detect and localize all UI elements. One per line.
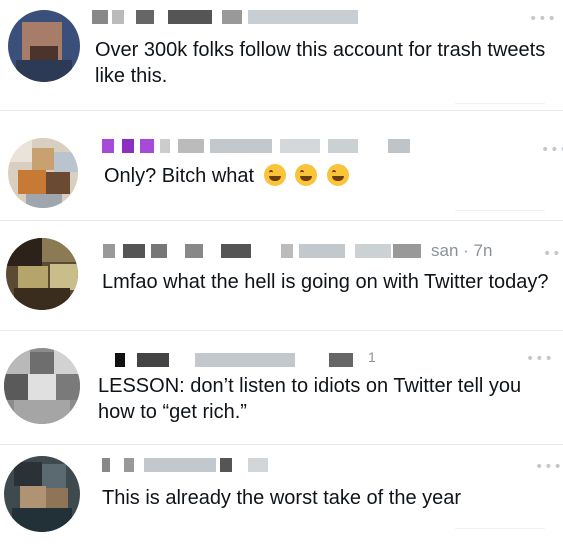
avatar[interactable] [8, 10, 80, 82]
tweet[interactable]: ••• This is already the worst take of th… [0, 444, 563, 558]
user-meta-redacted[interactable] [115, 353, 385, 369]
tweet[interactable]: san · 7n •• Lmfao what the hell is going… [0, 220, 563, 330]
timestamp[interactable]: 1 [368, 349, 376, 365]
rolling-on-floor-laughing-icon [295, 164, 318, 186]
tweet-text: Lmfao what the hell is going on with Twi… [102, 271, 549, 293]
user-meta-redacted[interactable] [103, 244, 483, 260]
user-meta-redacted[interactable] [92, 10, 372, 26]
rolling-on-floor-laughing-icon [326, 164, 349, 186]
more-horizontal-icon[interactable]: ••• [529, 12, 557, 26]
reply-box-divider [455, 528, 545, 529]
more-horizontal-icon[interactable]: ••• [535, 460, 563, 474]
rolling-on-floor-laughing-icon [263, 164, 286, 186]
timestamp[interactable]: san · 7n [431, 241, 492, 261]
avatar[interactable] [6, 238, 78, 310]
tweet-text-row: Only? Bitch what [104, 163, 504, 189]
tweet[interactable]: ••• Only? Bitch what [0, 110, 563, 220]
tweet-text: Over 300k folks follow this account for … [95, 39, 546, 87]
avatar[interactable] [4, 348, 80, 424]
tweet-text: Only? Bitch what [104, 165, 255, 187]
tweet[interactable]: ••• Over 300k folks follow this account … [0, 0, 563, 110]
tweet-text: This is already the worst take of the ye… [102, 487, 462, 509]
reply-box-divider [455, 103, 545, 104]
user-meta-redacted[interactable] [102, 139, 412, 155]
avatar[interactable] [8, 138, 78, 208]
more-horizontal-icon[interactable]: ••• [541, 143, 563, 157]
tweet-text: LESSON: don’t listen to idiots on Twitte… [98, 375, 522, 423]
user-meta-redacted[interactable] [102, 458, 282, 474]
tweet[interactable]: 1 ••• LESSON: don’t listen to idiots on … [0, 330, 563, 444]
more-horizontal-icon[interactable]: ••• [526, 352, 554, 366]
avatar[interactable] [4, 456, 80, 532]
more-horizontal-icon[interactable]: •• [543, 247, 562, 261]
reply-box-divider [455, 210, 545, 211]
